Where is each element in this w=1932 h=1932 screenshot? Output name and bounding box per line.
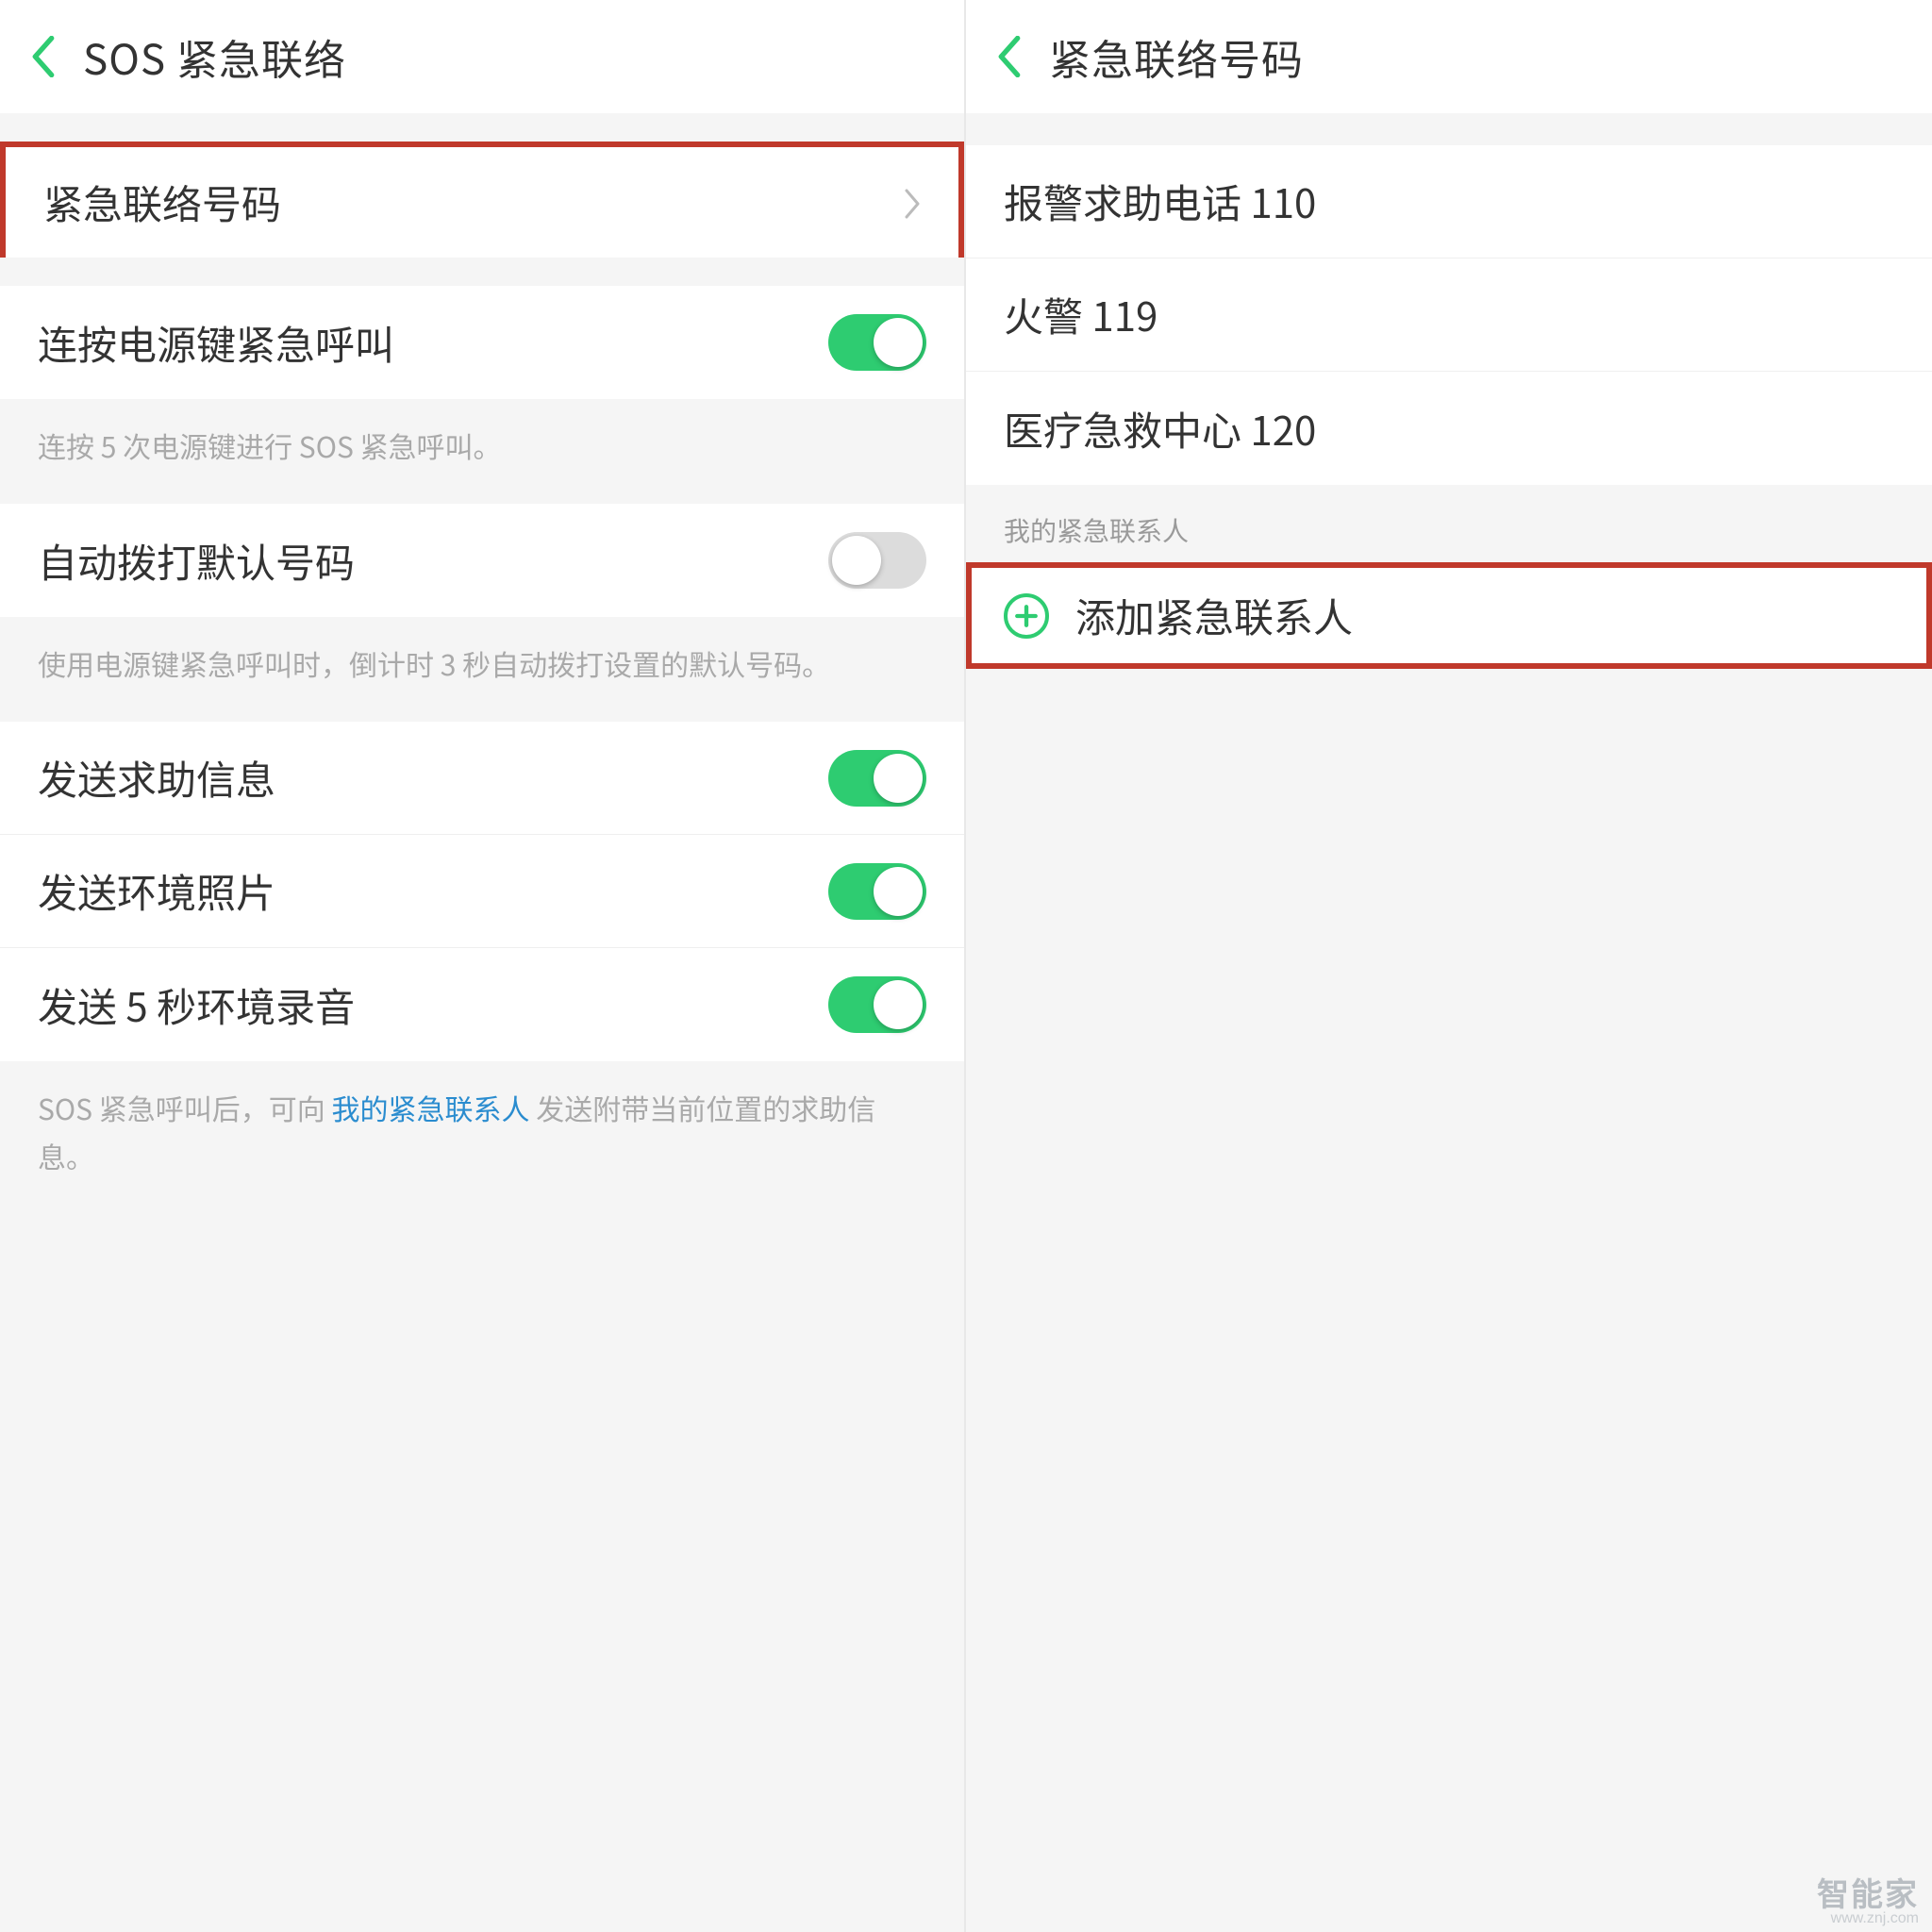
desc-power-button: 连按 5 次电源键进行 SOS 紧急呼叫。: [0, 399, 964, 504]
back-icon[interactable]: [992, 30, 1026, 83]
row-send-photo[interactable]: 发送环境照片: [0, 835, 964, 948]
desc-footer: SOS 紧急呼叫后，可向 我的紧急联系人 发送附带当前位置的求助信息。: [0, 1061, 964, 1214]
spacer: [0, 254, 964, 286]
toggle-power-button-call[interactable]: [828, 314, 926, 371]
row-police-110[interactable]: 报警求助电话 110: [966, 145, 1932, 258]
chevron-right-icon: [904, 175, 921, 230]
phone-emergency-numbers: 紧急联络号码 报警求助电话 110 火警 119 医疗急救中心 120 我的紧急…: [966, 0, 1932, 1932]
plus-circle-icon: [1004, 593, 1049, 639]
row-auto-dial[interactable]: 自动拨打默认号码: [0, 504, 964, 617]
two-phone-canvas: SOS 紧急联络 紧急联络号码 连按电源键紧急呼叫 连按 5 次电源键进行 SO…: [0, 0, 1932, 1932]
toggle-send-photo[interactable]: [828, 863, 926, 920]
row-medical-120[interactable]: 医疗急救中心 120: [966, 372, 1932, 485]
watermark-sub: www.znj.com: [1817, 1911, 1919, 1926]
link-my-contacts[interactable]: 我的紧急联系人: [331, 1087, 529, 1128]
back-icon[interactable]: [26, 30, 60, 83]
page-title-left: SOS 紧急联络: [83, 26, 346, 87]
row-power-button-call[interactable]: 连按电源键紧急呼叫: [0, 286, 964, 399]
watermark-main: 智能家: [1817, 1879, 1919, 1911]
section-my-contacts: 我的紧急联系人: [966, 485, 1932, 566]
footer-pre: SOS 紧急呼叫后，可向: [38, 1087, 331, 1128]
label-send-help: 发送求助信息: [38, 749, 828, 807]
toggle-auto-dial[interactable]: [828, 532, 926, 589]
toggle-send-help[interactable]: [828, 750, 926, 807]
group-power-button: 连按电源键紧急呼叫: [0, 286, 964, 399]
header-left: SOS 紧急联络: [0, 0, 964, 113]
row-send-audio[interactable]: 发送 5 秒环境录音: [0, 948, 964, 1061]
row-send-help[interactable]: 发送求助信息: [0, 722, 964, 835]
spacer: [0, 113, 964, 145]
page-title-right: 紧急联络号码: [1049, 26, 1304, 87]
row-add-contact[interactable]: 添加紧急联系人: [966, 562, 1932, 669]
spacer: [966, 113, 1932, 145]
label-medical: 医疗急救中心 120: [1004, 400, 1894, 458]
row-emergency-numbers[interactable]: 紧急联络号码: [0, 142, 964, 258]
label-send-audio: 发送 5 秒环境录音: [38, 976, 828, 1034]
phone-sos-settings: SOS 紧急联络 紧急联络号码 连按电源键紧急呼叫 连按 5 次电源键进行 SO…: [0, 0, 966, 1932]
group-numbers-list: 报警求助电话 110 火警 119 医疗急救中心 120: [966, 145, 1932, 485]
toggle-send-audio[interactable]: [828, 976, 926, 1033]
group-send-options: 发送求助信息 发送环境照片 发送 5 秒环境录音: [0, 722, 964, 1061]
label-police: 报警求助电话 110: [1004, 173, 1894, 230]
desc-auto-dial: 使用电源键紧急呼叫时，倒计时 3 秒自动拨打设置的默认号码。: [0, 617, 964, 722]
label-send-photo: 发送环境照片: [38, 862, 828, 920]
label-fire: 火警 119: [1004, 286, 1894, 343]
row-fire-119[interactable]: 火警 119: [966, 258, 1932, 372]
group-emergency-numbers: 紧急联络号码: [0, 145, 964, 254]
label-auto-dial: 自动拨打默认号码: [38, 532, 828, 590]
header-right: 紧急联络号码: [966, 0, 1932, 113]
label-emergency-numbers: 紧急联络号码: [43, 174, 892, 231]
watermark: 智能家 www.znj.com: [1817, 1879, 1919, 1926]
label-add-contact: 添加紧急联系人: [1075, 587, 1353, 644]
group-auto-dial: 自动拨打默认号码: [0, 504, 964, 617]
label-power-button-call: 连按电源键紧急呼叫: [38, 314, 828, 372]
